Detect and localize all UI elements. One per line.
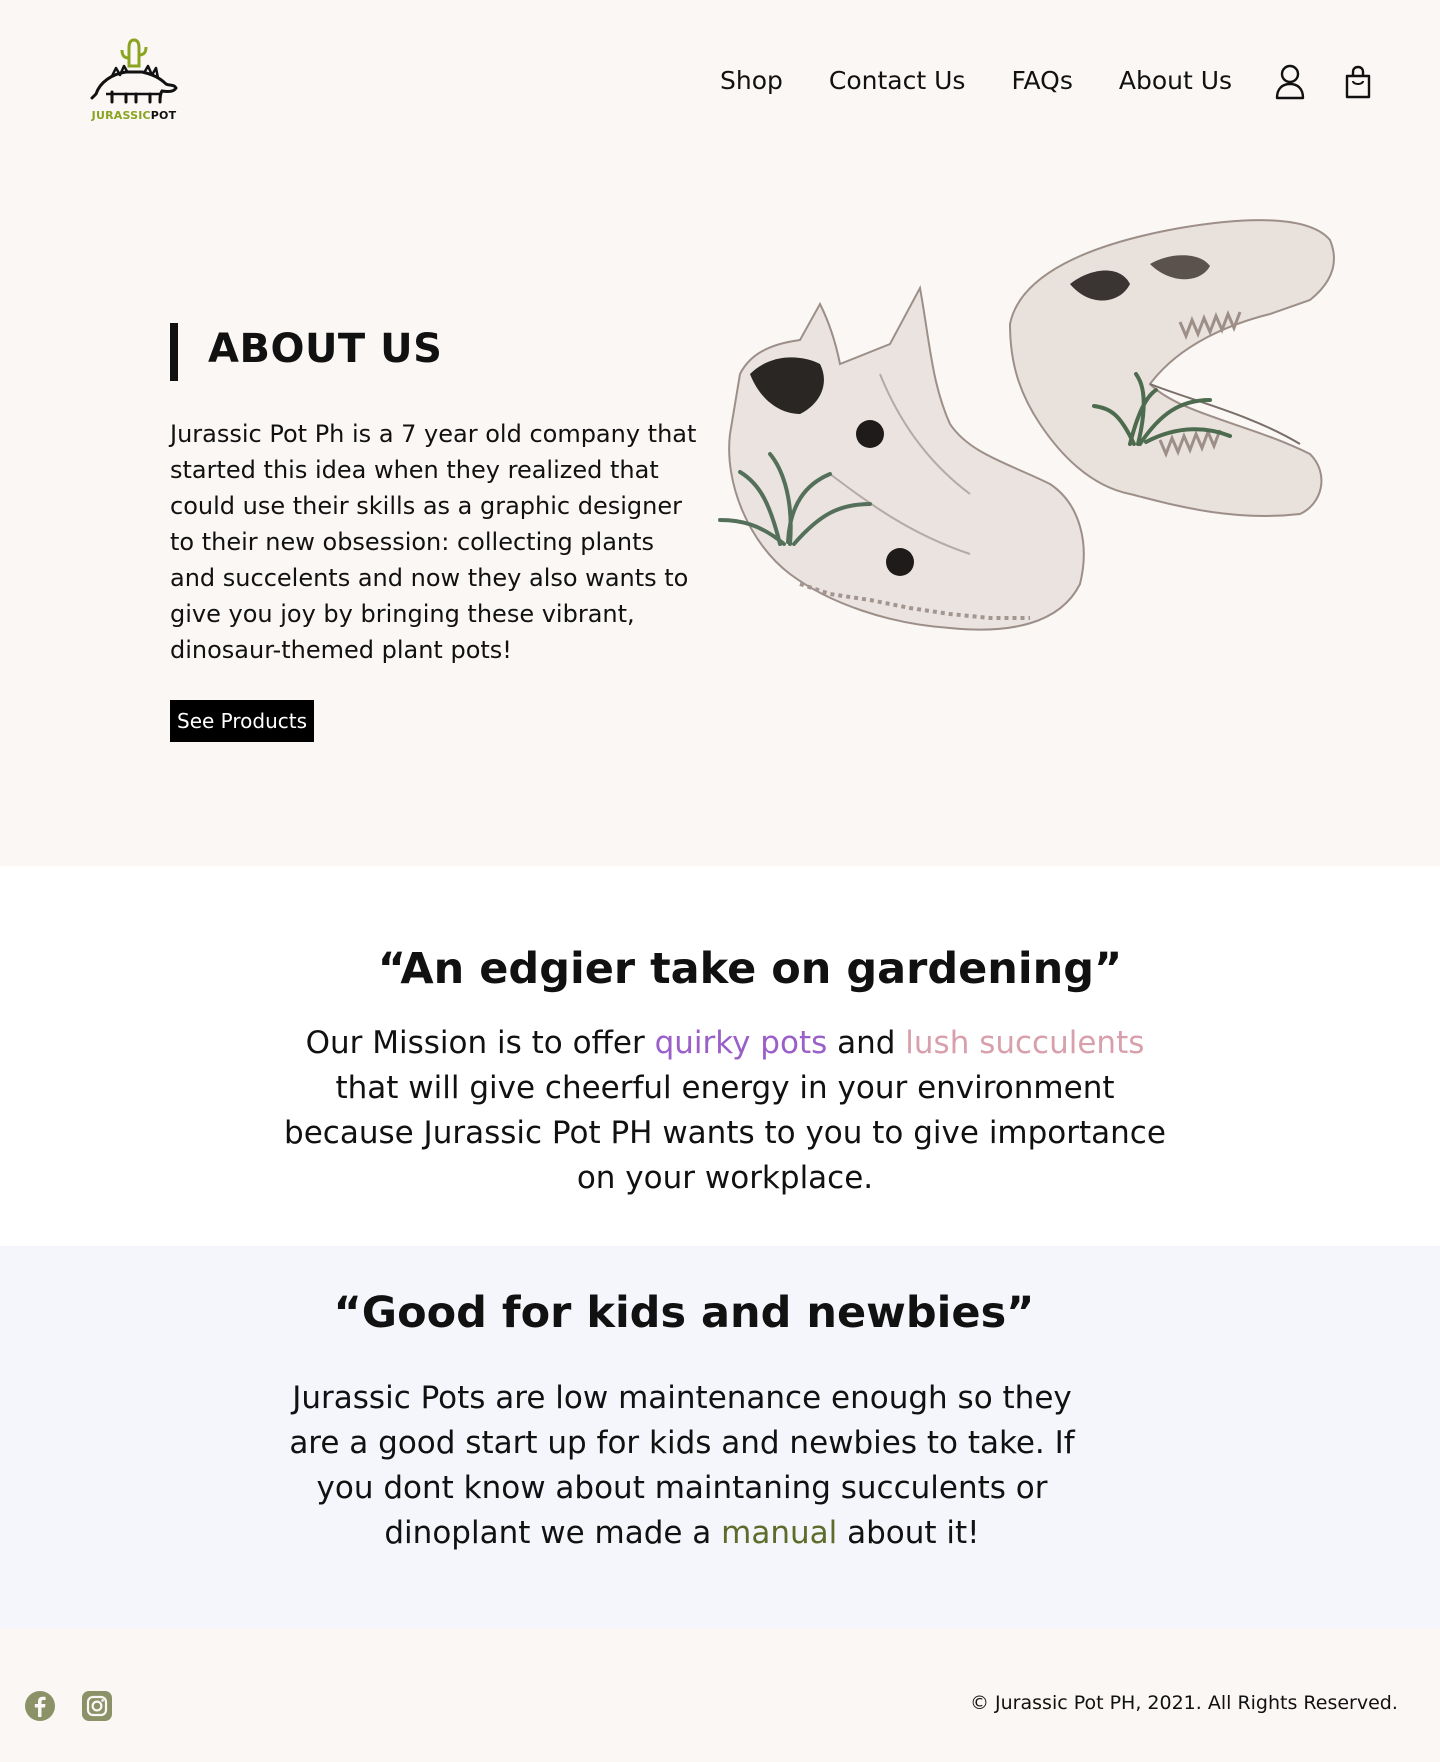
logo-word-pot: POT <box>150 109 177 122</box>
manual-link[interactable]: manual <box>721 1515 837 1551</box>
mission-text: Our Mission is to offer quirky pots and … <box>270 1021 1180 1201</box>
facebook-icon[interactable] <box>24 1690 56 1722</box>
nav-faqs[interactable]: FAQs <box>1011 66 1072 95</box>
dinosaur-skull-planters-image <box>718 219 1335 631</box>
mission-text-part: and <box>827 1025 906 1061</box>
mission-section: “An edgier take on gardening” Our Missio… <box>0 866 1440 1246</box>
logo-word-jurassic: JURASSIC <box>91 109 151 122</box>
brand-logo[interactable]: JURASSICPOT <box>86 36 182 122</box>
logo-wordmark: JURASSICPOT <box>86 109 182 122</box>
mission-text-part: Our Mission is to offer <box>305 1025 655 1061</box>
user-icon[interactable] <box>1274 64 1306 100</box>
see-products-button[interactable]: See Products <box>170 700 315 742</box>
highlight-lush-succulents: lush succulents <box>905 1025 1145 1061</box>
mission-heading: “An edgier take on gardening” <box>377 944 1123 994</box>
nav-contact-us[interactable]: Contact Us <box>829 66 966 95</box>
nav-about-us[interactable]: About Us <box>1119 66 1232 95</box>
kids-text-part: about it! <box>837 1515 980 1551</box>
title-accent-bar <box>170 323 178 381</box>
highlight-quirky-pots: quirky pots <box>654 1025 828 1061</box>
dino-cactus-logo-icon <box>90 38 178 104</box>
instagram-icon[interactable] <box>81 1690 113 1722</box>
shopping-bag-icon[interactable] <box>1342 64 1374 100</box>
about-description: Jurassic Pot Ph is a 7 year old company … <box>170 420 697 664</box>
copyright-text: © Jurassic Pot PH, 2021. All Rights Rese… <box>970 1692 1398 1714</box>
mission-text-part: that will give cheerful energy in your e… <box>284 1070 1166 1196</box>
site-footer: © Jurassic Pot PH, 2021. All Rights Rese… <box>0 1628 1440 1762</box>
site-header: JURASSICPOT Shop Contact Us FAQs About U… <box>0 0 1440 160</box>
kids-heading: “Good for kids and newbies” <box>333 1288 1035 1338</box>
kids-text: Jurassic Pots are low maintenance enough… <box>282 1376 1082 1556</box>
main-nav: Shop Contact Us FAQs About Us <box>720 66 1232 95</box>
about-hero: ABOUT US Jurassic Pot Ph is a 7 year old… <box>0 160 1440 866</box>
page-title: ABOUT US <box>208 326 443 372</box>
nav-shop[interactable]: Shop <box>720 66 783 95</box>
kids-section: “Good for kids and newbies” Jurassic Pot… <box>0 1246 1440 1628</box>
